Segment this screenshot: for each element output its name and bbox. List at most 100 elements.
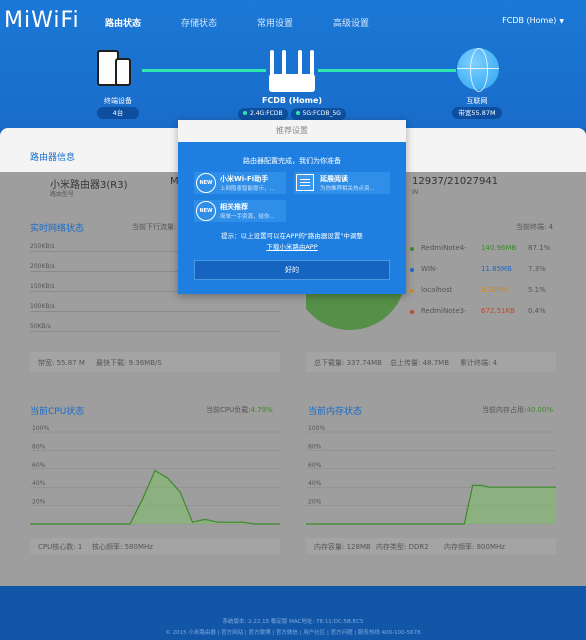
terminal-percent: 0.4% [528,307,546,315]
terminal-name: RedmiNote3- [421,307,467,315]
total-upload: 总上传量: 48.7MB [390,359,450,367]
traffic-value: 12937/21027941 [412,176,499,187]
terminal-name: localhost [421,286,453,294]
terminal-traffic: 8.28MB [481,286,508,294]
cpu-load-label: 当前CPU负载:4.79% [206,406,273,414]
cumulative-terminals: 累计终端: 4 [460,359,498,367]
y-tick: 40% [308,480,322,487]
user-name: FCDB (Home) [502,16,557,25]
y-tick: 100KB/s [30,303,55,310]
main-nav: 路由状态 存储状态 常用设置 高级设置 [105,16,409,29]
terminal-percent: 87.1% [528,244,551,252]
footer-links[interactable]: © 2015 小米路由器 | 官方网站 | 官方微博 | 官方微信 | 用户社区… [0,628,586,636]
memory-usage-value: 40.00% [526,406,554,414]
app-description: 上网隐患智能提示，... [220,186,275,192]
app-title: 相关推荐 [220,203,248,211]
y-tick: 150KB/s [30,283,55,290]
terminal-percent: 7.3% [528,265,546,273]
router-bands: 2.4G:FCDB 5G:FCDB_5G [238,108,349,120]
internet-label: 互联网 [466,97,488,105]
area-fill [306,485,556,524]
y-tick: 60% [308,462,322,469]
terminal-count: 当前终端: 4 [516,223,554,231]
footer-system-info: 系统版本: 2.22.15 稳定版 MAC地址: 78:11:DC:5B:EC5 [222,619,364,625]
terminal-name: WIN- [421,265,438,273]
app-card-reading[interactable]: 延展阅读 为你推荐相关热点资... [294,172,390,194]
legend-dot-icon [410,268,414,272]
area-fill [30,470,280,524]
ok-button[interactable]: 好的 [194,260,390,280]
terminal-traffic: 672.51KB [481,307,515,315]
nav-common-settings[interactable]: 常用设置 [257,16,293,29]
globe-icon[interactable] [457,48,499,92]
devices-icon[interactable] [97,50,135,90]
y-tick: 100% [32,425,49,432]
nav-router-status[interactable]: 路由状态 [105,16,141,29]
memory-capacity: 内存容量: 128MB [314,543,371,551]
y-tick: 200KB/s [30,263,55,270]
terminal-row[interactable]: WIN- 11.85MB 7.3% [410,265,560,277]
router-info-title: 路由器信息 [30,153,76,163]
nav-storage-status[interactable]: 存储状态 [181,16,217,29]
router-name: FCDB (Home) [261,96,323,105]
y-tick: 60% [32,462,46,469]
legend-dot-icon [410,289,414,293]
logo[interactable]: MiWiFi [4,8,80,33]
terminal-name: RedmiNote4- [421,244,467,252]
terminal-traffic: 140.96MB [481,244,517,252]
cpu-title: 当前CPU状态 [30,407,85,417]
app-title: 延展阅读 [320,175,348,183]
cpu-frequency: 核心频率: 580MHz [92,543,153,551]
recommend-settings-modal: 推荐设置 路由器配置完成，我们为你准备 NEW 小米Wi-Fi助手 上网隐患智能… [178,120,406,294]
max-download: 最快下载: 9.36MB/S [96,359,162,367]
legend-dot-icon [410,247,414,251]
status-dot-icon [295,111,300,115]
y-tick: 100% [308,425,325,432]
y-tick: 80% [32,443,46,450]
y-tick: 20% [308,499,322,506]
terminal-row[interactable]: RedmiNote3- 672.51KB 0.4% [410,307,560,319]
band-5g: 5G:FCDB_5G [290,108,346,120]
memory-usage-label: 当前内存占用:40.00% [482,406,554,414]
app-card-related[interactable]: NEW 相关推荐 简单一手资源，给你... [194,200,286,222]
app-description: 为你推荐相关热点资... [320,186,375,192]
traffic-label: IN [412,189,419,196]
modal-tip: 提示：以上设置可以在APP的"路由器设置"中调整 [221,232,363,240]
document-icon [296,174,314,191]
user-menu[interactable]: FCDB (Home) ▼ [502,16,564,25]
terminal-traffic: 11.85MB [481,265,512,273]
devices-count: 4台 [97,107,139,119]
modal-subtitle: 路由器配置完成，我们为你准备 [243,157,341,165]
internet-speed: 带宽55.87M [452,107,502,119]
bandwidth-value: 带宽: 55.87 M [38,359,85,367]
new-badge-icon: NEW [196,201,216,221]
terminal-row[interactable]: RedmiNote4- 140.96MB 87.1% [410,244,560,256]
y-tick: 250KB/s [30,243,55,250]
download-app-link[interactable]: 下载小米路由APP [178,241,406,251]
router-model-label: 路由型号 [50,191,75,198]
nav-advanced-settings[interactable]: 高级设置 [333,16,369,29]
app-title: 小米Wi-Fi助手 [220,175,269,183]
connection-line-devices [142,69,266,72]
legend-dot-icon [410,310,414,314]
memory-type: 内存类型: DDR2 [376,543,429,551]
app-description: 简单一手资源，给你... [220,214,275,220]
router-icon[interactable] [266,48,318,92]
new-badge-icon: NEW [196,173,216,193]
band-24g: 2.4G:FCDB [238,108,288,120]
devices-label: 终端设备 [104,97,132,105]
terminal-row[interactable]: localhost 8.28MB 5.1% [410,286,560,298]
app-card-wifi-assistant[interactable]: NEW 小米Wi-Fi助手 上网隐患智能提示，... [194,172,286,194]
cpu-chart: 100% 80% 60% 40% 20% [30,425,280,525]
y-tick: 50KB/s [30,323,51,330]
modal-title: 推荐设置 [178,120,406,142]
y-tick: 20% [32,499,46,506]
connection-line-internet [318,69,456,72]
memory-chart: 100% 80% 60% 40% 20% [306,425,556,525]
realtime-current-label: 当前下行流量: [132,223,177,231]
chevron-down-icon: ▼ [559,18,564,25]
terminal-percent: 5.1% [528,286,546,294]
memory-title: 当前内存状态 [308,407,363,417]
y-tick: 80% [308,443,322,450]
total-download: 总下载量: 337.74MB [314,359,382,367]
